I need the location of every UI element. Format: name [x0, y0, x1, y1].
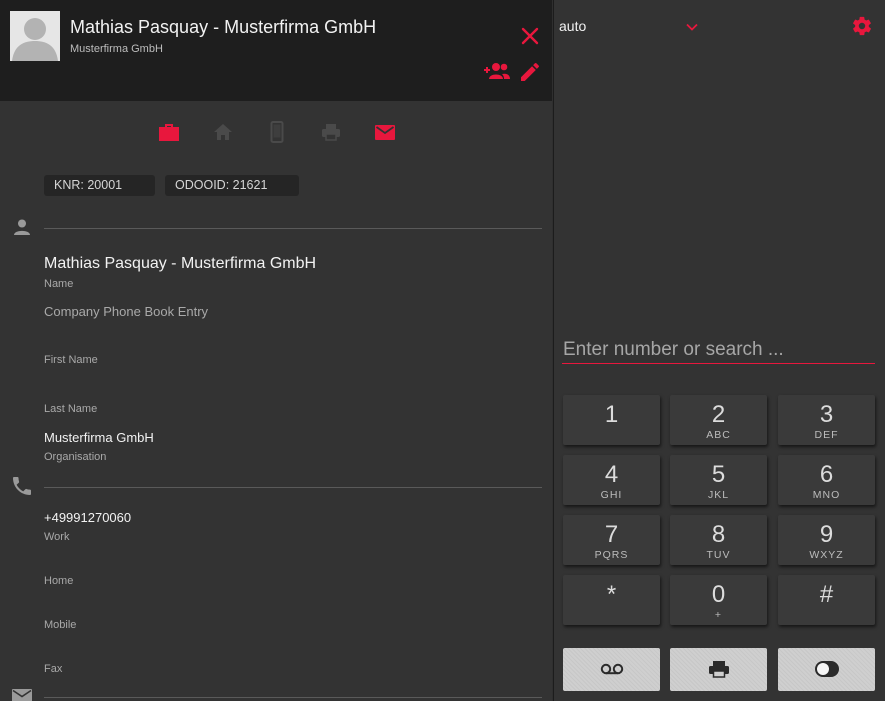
- key-8[interactable]: 8 TUV: [670, 515, 767, 565]
- key-digit: 8: [711, 521, 726, 548]
- key-4[interactable]: 4 GHI: [563, 455, 660, 505]
- key-3[interactable]: 3 DEF: [778, 395, 875, 445]
- chevron-down-icon: [686, 23, 698, 31]
- key-letters: MNO: [812, 489, 841, 501]
- name-label: Name: [44, 278, 74, 290]
- section-divider: [44, 697, 542, 698]
- smartphone-icon: [270, 121, 284, 143]
- person-icon: [10, 215, 34, 239]
- edit-button[interactable]: [518, 60, 542, 84]
- printer-icon: [709, 661, 729, 678]
- organisation-value[interactable]: Musterfirma GmbH: [44, 430, 154, 445]
- key-digit: *: [606, 581, 617, 608]
- close-icon: [521, 27, 539, 45]
- key-digit: 5: [711, 461, 726, 488]
- contact-panel: Mathias Pasquay - Musterfirma GmbH Muste…: [0, 0, 552, 701]
- key-letters: TUV: [706, 549, 731, 561]
- contact-title: Mathias Pasquay - Musterfirma GmbH: [70, 17, 377, 37]
- email-tab[interactable]: [372, 120, 398, 144]
- key-letters: GHI: [600, 489, 623, 501]
- toggle-icon: [815, 661, 839, 677]
- key-digit: 7: [604, 521, 619, 548]
- work-tab[interactable]: [156, 120, 182, 144]
- key-6[interactable]: 6 MNO: [778, 455, 875, 505]
- work-number[interactable]: +49991270060: [44, 510, 131, 525]
- last-name-field[interactable]: Last Name: [44, 403, 97, 415]
- key-digit: 3: [819, 401, 834, 428]
- entry-type: Company Phone Book Entry: [44, 304, 209, 319]
- voicemail-icon: [600, 663, 624, 675]
- key-7[interactable]: 7 PQRS: [563, 515, 660, 565]
- gear-icon: [853, 16, 871, 36]
- section-divider: [44, 487, 542, 488]
- key-digit: #: [819, 581, 834, 608]
- key-letters: JKL: [707, 489, 730, 501]
- envelope-icon: [375, 125, 395, 140]
- key-letters: PQRS: [594, 549, 629, 561]
- key-hash[interactable]: #: [778, 575, 875, 625]
- voicemail-button[interactable]: [563, 648, 660, 691]
- key-digit: 0: [711, 581, 726, 608]
- key-letters: DEF: [814, 429, 839, 441]
- close-button[interactable]: [518, 24, 542, 48]
- key-0[interactable]: 0 +: [670, 575, 767, 625]
- fax-number-field[interactable]: Fax: [44, 663, 62, 675]
- briefcase-icon: [159, 124, 179, 141]
- key-digit: 6: [819, 461, 834, 488]
- mobile-number-field[interactable]: Mobile: [44, 619, 76, 631]
- mode-select[interactable]: auto: [559, 16, 701, 38]
- customer-number-tag: KNR: 20001: [44, 175, 155, 196]
- key-5[interactable]: 5 JKL: [670, 455, 767, 505]
- fax-action-button[interactable]: [670, 648, 767, 691]
- key-digit: 1: [604, 401, 619, 428]
- home-icon: [214, 124, 232, 140]
- pencil-icon: [521, 62, 539, 81]
- contact-header: Mathias Pasquay - Musterfirma GmbH Muste…: [0, 0, 552, 101]
- avatar: [10, 11, 60, 61]
- work-label: Work: [44, 531, 70, 543]
- fax-tab[interactable]: [318, 120, 344, 144]
- key-1[interactable]: 1: [563, 395, 660, 445]
- mobile-tab[interactable]: [264, 120, 290, 144]
- printer-icon: [322, 124, 340, 141]
- settings-button[interactable]: [851, 15, 873, 37]
- key-letters: +: [714, 609, 723, 621]
- search-input[interactable]: [562, 336, 875, 364]
- key-digit: 2: [711, 401, 726, 428]
- key-digit: 4: [604, 461, 619, 488]
- app-window: Mathias Pasquay - Musterfirma GmbH Muste…: [0, 0, 885, 701]
- organisation-label: Organisation: [44, 451, 107, 463]
- phone-icon: [10, 474, 34, 498]
- mode-value: auto: [559, 18, 587, 34]
- email-icon: [10, 684, 34, 701]
- home-tab[interactable]: [210, 120, 236, 144]
- key-digit: 9: [819, 521, 834, 548]
- key-2[interactable]: 2 ABC: [670, 395, 767, 445]
- key-9[interactable]: 9 WXYZ: [778, 515, 875, 565]
- key-star[interactable]: *: [563, 575, 660, 625]
- toggle-button[interactable]: [778, 648, 875, 691]
- home-number-field[interactable]: Home: [44, 575, 73, 587]
- contact-subtitle: Musterfirma GmbH: [70, 43, 163, 55]
- group-add-icon: [484, 63, 510, 79]
- person-placeholder-icon: [10, 11, 60, 61]
- odoo-id-tag: ODOOID: 21621: [165, 175, 299, 196]
- section-divider: [44, 228, 542, 229]
- name-value[interactable]: Mathias Pasquay - Musterfirma GmbH: [44, 255, 316, 273]
- key-letters: WXYZ: [809, 549, 844, 561]
- first-name-field[interactable]: First Name: [44, 354, 98, 366]
- key-letters: ABC: [706, 429, 731, 441]
- add-contact-button[interactable]: [483, 61, 511, 83]
- dialer-panel: auto 12ABC3DEF4GHI5JKL6MNO7PQRS8TUV9WXYZ…: [553, 0, 885, 701]
